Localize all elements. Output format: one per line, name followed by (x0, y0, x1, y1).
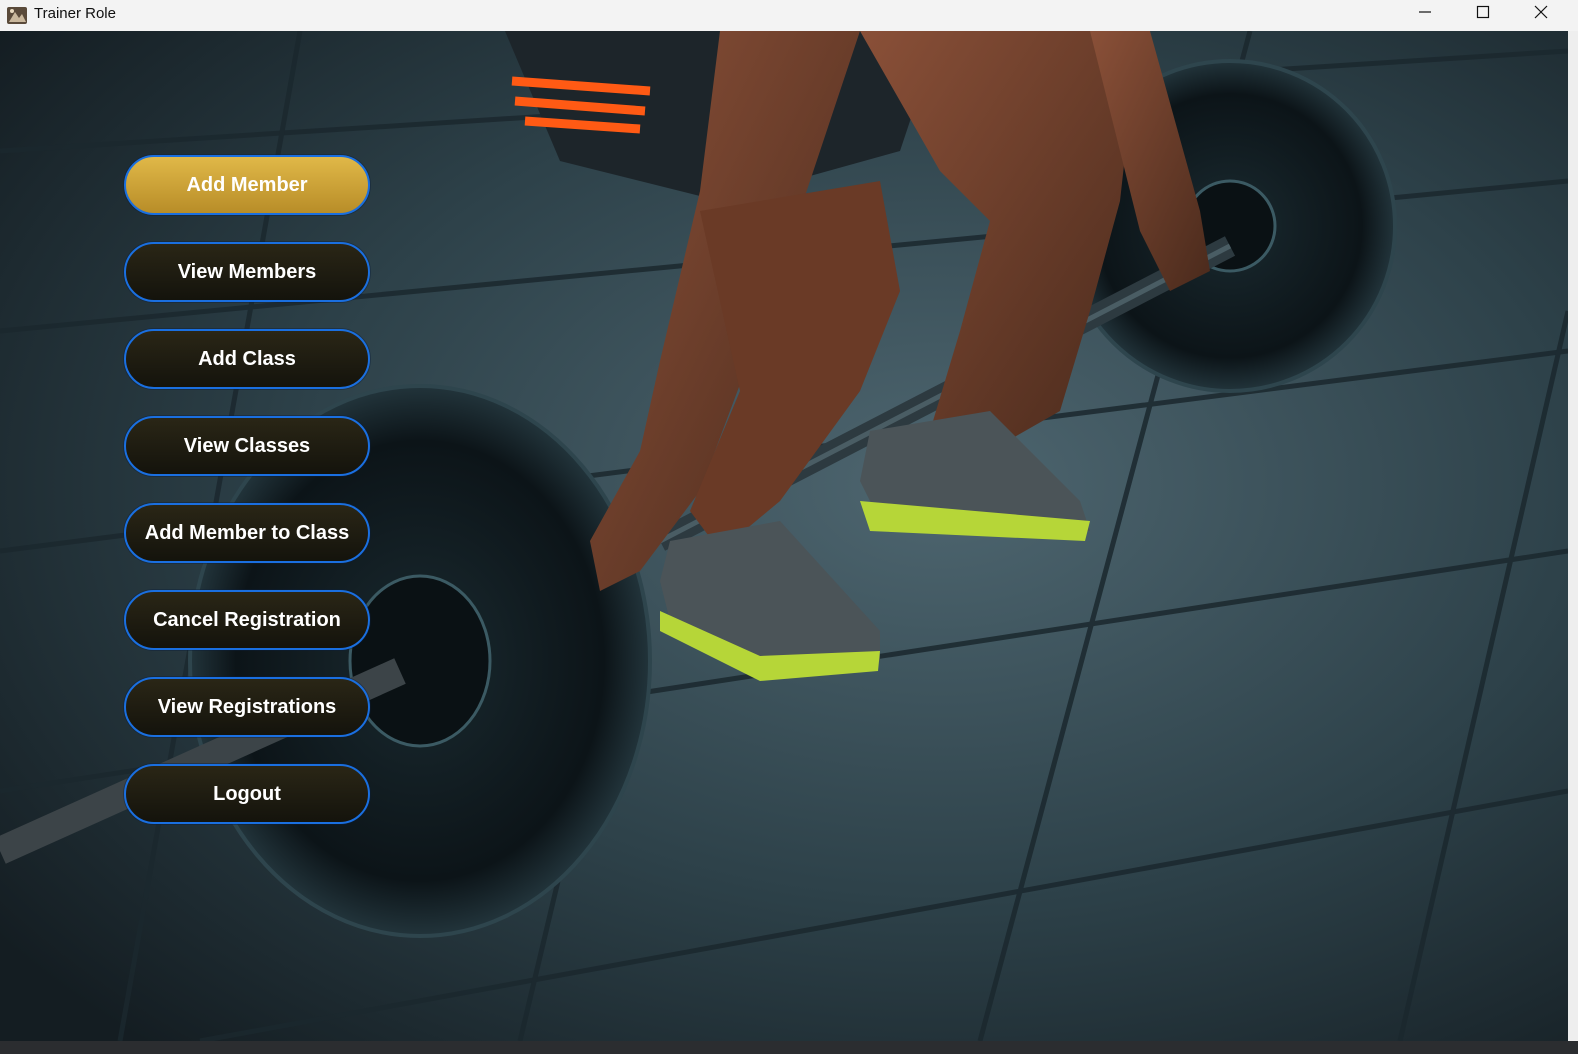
window-title: Trainer Role (34, 5, 116, 22)
maximize-button[interactable] (1454, 0, 1512, 24)
cancel-registration-button[interactable]: Cancel Registration (124, 590, 370, 650)
minimize-button[interactable] (1396, 0, 1454, 24)
app-icon (7, 7, 27, 24)
add-member-to-class-button[interactable]: Add Member to Class (124, 503, 370, 563)
logout-button[interactable]: Logout (124, 764, 370, 824)
view-classes-button[interactable]: View Classes (124, 416, 370, 476)
add-member-button[interactable]: Add Member (124, 155, 370, 215)
maximize-icon (1476, 5, 1490, 19)
add-class-button[interactable]: Add Class (124, 329, 370, 389)
minimize-icon (1419, 11, 1431, 13)
view-members-button[interactable]: View Members (124, 242, 370, 302)
close-icon (1534, 5, 1548, 19)
title-bar: Trainer Role (0, 0, 1578, 31)
window-right-edge (1568, 31, 1578, 1054)
view-registrations-button[interactable]: View Registrations (124, 677, 370, 737)
background-panel: Add Member View Members Add Class View C… (0, 31, 1568, 1041)
window-bottom-edge (0, 1041, 1578, 1054)
close-button[interactable] (1512, 0, 1570, 24)
trainer-role-window: Trainer Role Add Member View Members Add… (0, 0, 1578, 1054)
